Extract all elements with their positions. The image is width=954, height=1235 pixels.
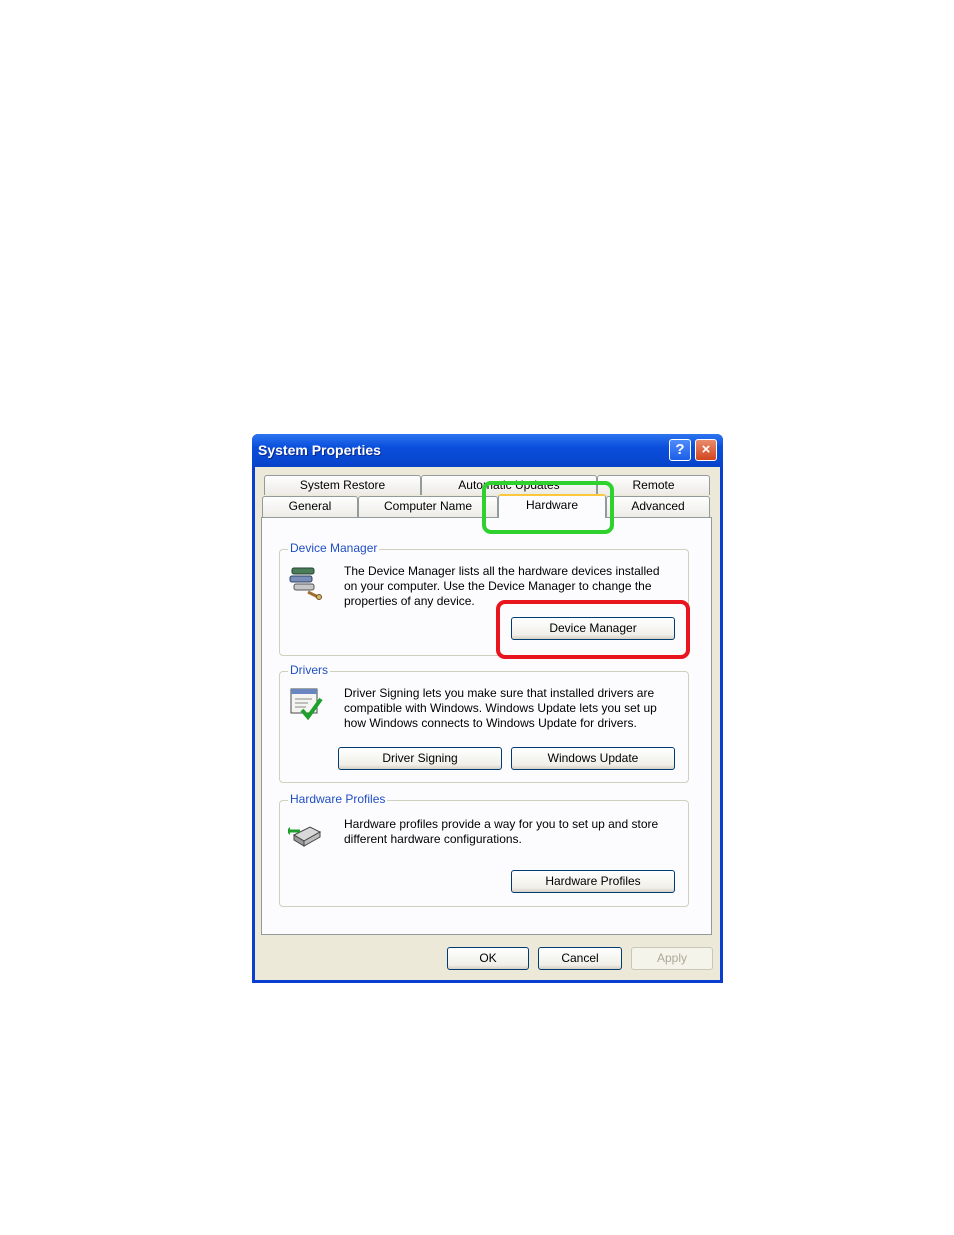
hardware-profiles-group: Hardware Profiles Hardware profiles prov…	[279, 792, 689, 907]
tab-system-restore[interactable]: System Restore	[264, 475, 421, 495]
system-properties-window: System Properties ? × System Restore Aut…	[252, 434, 723, 983]
drivers-group-label: Drivers	[288, 663, 330, 677]
hardware-profiles-group-label: Hardware Profiles	[288, 792, 388, 806]
windows-update-button[interactable]: Windows Update	[511, 747, 675, 770]
tab-remote[interactable]: Remote	[597, 475, 710, 495]
drivers-group: Drivers Driver Signing lets you make sur…	[279, 663, 689, 783]
tab-general[interactable]: General	[262, 496, 358, 518]
close-button[interactable]: ×	[695, 439, 717, 461]
device-manager-button[interactable]: Device Manager	[511, 617, 675, 640]
hardware-profiles-button[interactable]: Hardware Profiles	[511, 870, 675, 893]
ok-button[interactable]: OK	[447, 947, 529, 970]
device-manager-icon	[289, 567, 322, 600]
device-manager-description: The Device Manager lists all the hardwar…	[344, 564, 660, 608]
help-button[interactable]: ?	[669, 439, 691, 461]
tab-computer-name[interactable]: Computer Name	[358, 496, 498, 518]
hardware-profiles-description: Hardware profiles provide a way for you …	[344, 817, 659, 846]
apply-button[interactable]: Apply	[631, 947, 713, 970]
hardware-profiles-icon	[288, 826, 322, 847]
device-manager-group: Device Manager The Device Manager lists …	[279, 541, 689, 656]
cancel-button[interactable]: Cancel	[538, 947, 622, 970]
tab-advanced[interactable]: Advanced	[606, 496, 710, 518]
device-manager-group-label: Device Manager	[288, 541, 380, 555]
dialog-client-area: System Restore Automatic Updates Remote …	[255, 467, 720, 980]
drivers-description: Driver Signing lets you make sure that i…	[344, 686, 657, 730]
tab-automatic-updates[interactable]: Automatic Updates	[421, 475, 597, 495]
window-title: System Properties	[258, 442, 381, 458]
title-bar[interactable]: System Properties ? ×	[252, 434, 723, 467]
driver-signing-button[interactable]: Driver Signing	[338, 747, 502, 770]
tab-hardware[interactable]: Hardware	[498, 494, 606, 518]
hardware-tab-panel: Device Manager The Device Manager lists …	[261, 517, 712, 935]
driver-signing-icon	[290, 688, 323, 721]
